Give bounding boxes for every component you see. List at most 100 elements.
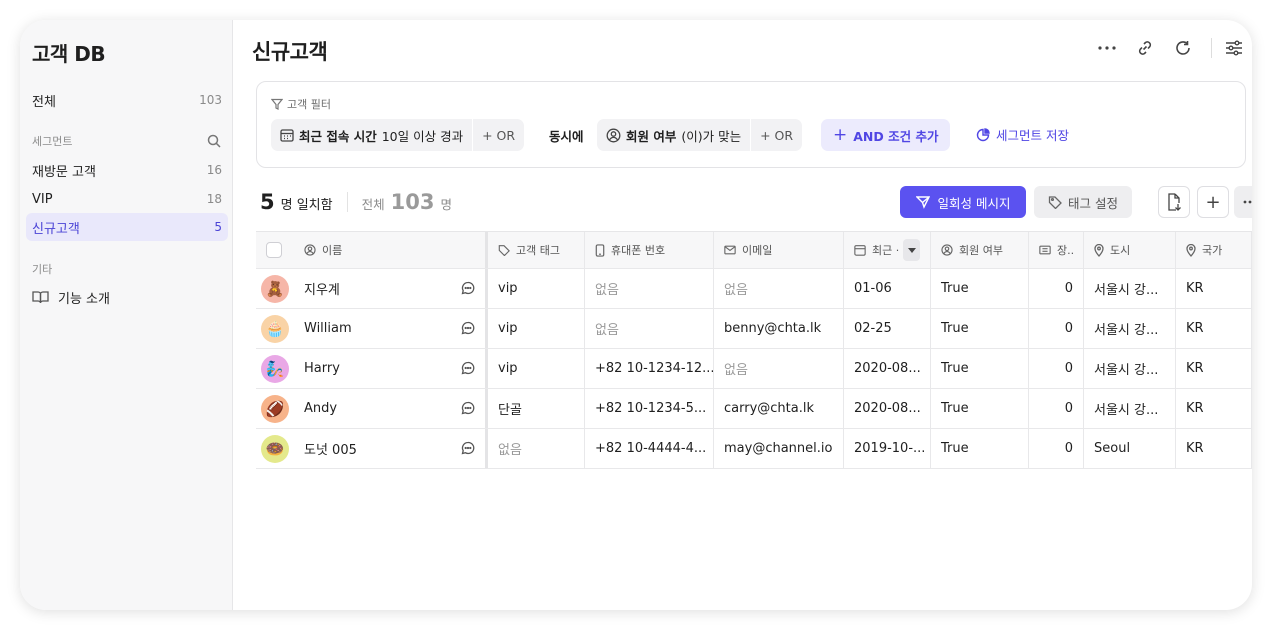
cell-city[interactable]: 서울시 강... xyxy=(1084,309,1176,348)
cell-points[interactable]: 0 xyxy=(1029,389,1084,428)
cell-recent[interactable]: 2020-08... xyxy=(844,349,931,388)
chat-icon[interactable] xyxy=(461,441,475,455)
cell-name[interactable]: 🧁 William xyxy=(256,309,488,348)
cell-country[interactable]: KR xyxy=(1176,389,1252,428)
cell-recent[interactable]: 02-25 xyxy=(844,309,931,348)
add-or-button[interactable]: + OR xyxy=(473,119,524,151)
cell-points[interactable]: 0 xyxy=(1029,269,1084,308)
cell-tag[interactable]: vip xyxy=(488,269,585,308)
sidebar-item-revisit[interactable]: 재방문 고객 16 xyxy=(26,156,228,184)
add-or-button[interactable]: + OR xyxy=(751,119,802,151)
cell-city[interactable]: 서울시 강... xyxy=(1084,349,1176,388)
column-header-recent[interactable]: 최근 · xyxy=(844,232,931,268)
cell-member[interactable]: True xyxy=(931,429,1029,468)
cell-points[interactable]: 0 xyxy=(1029,349,1084,388)
cell-email[interactable]: 없음 xyxy=(714,269,844,308)
column-label: 이름 xyxy=(322,244,343,257)
cell-email[interactable]: carry@chta.lk xyxy=(714,389,844,428)
table-row[interactable]: 🏈 Andy 단골 +82 10-1234-5... carry@chta.lk 2020… xyxy=(256,389,1252,429)
column-header-email[interactable]: 이메일 xyxy=(714,232,844,268)
cell-tag[interactable]: vip xyxy=(488,309,585,348)
tag-icon xyxy=(1048,195,1062,209)
cell-tag[interactable]: 단골 xyxy=(488,389,585,428)
condition-value: (이)가 맞는 xyxy=(681,128,742,144)
cell-country[interactable]: KR xyxy=(1176,349,1252,388)
one-time-message-button[interactable]: 일회성 메시지 xyxy=(900,186,1026,218)
save-segment-button[interactable]: 세그먼트 저장 xyxy=(976,125,1069,144)
cell-phone[interactable]: +82 10-1234-12... xyxy=(585,349,714,388)
table-row[interactable]: 🍩 도넛 005 없음 +82 10-4444-4... may@channel.io 2… xyxy=(256,429,1252,469)
cell-country[interactable]: KR xyxy=(1176,309,1252,348)
sidebar-item-vip[interactable]: VIP 18 xyxy=(26,185,228,213)
send-icon xyxy=(915,195,930,209)
cell-phone[interactable]: +82 10-1234-5... xyxy=(585,389,714,428)
customer-name[interactable]: Harry xyxy=(304,361,340,376)
cell-points[interactable]: 0 xyxy=(1029,309,1084,348)
column-header-country[interactable]: 국가 xyxy=(1176,232,1252,268)
column-header-name[interactable]: 이름 xyxy=(256,232,488,268)
condition-body[interactable]: 회원 여부 (이)가 맞는 xyxy=(597,119,750,151)
table-row[interactable]: 🧞 Harry vip +82 10-1234-12... 없음 2020-08... Tr… xyxy=(256,349,1252,389)
settings-sliders-icon[interactable] xyxy=(1224,38,1244,58)
cell-points[interactable]: 0 xyxy=(1029,429,1084,468)
sidebar-item-new-customers[interactable]: 신규고객 5 xyxy=(26,213,228,241)
cell-email[interactable]: benny@chta.lk xyxy=(714,309,844,348)
more-actions-button[interactable] xyxy=(1234,186,1252,218)
add-and-condition-button[interactable]: + AND 조건 추가 xyxy=(821,119,951,151)
column-header-member[interactable]: 회원 여부 xyxy=(931,232,1029,268)
select-all-checkbox[interactable] xyxy=(266,242,282,258)
chat-icon[interactable] xyxy=(461,321,475,335)
add-customer-button[interactable]: + xyxy=(1197,186,1229,218)
table-row[interactable]: 🧁 William vip 없음 benny@chta.lk 02-25 True 0 서울시 … xyxy=(256,309,1252,349)
filter-condition-recent-visit[interactable]: 최근 접속 시간 10일 이상 경과 + OR xyxy=(271,119,525,151)
customer-name[interactable]: Andy xyxy=(304,401,337,416)
cell-member[interactable]: True xyxy=(931,309,1029,348)
cell-member[interactable]: True xyxy=(931,389,1029,428)
cell-phone[interactable]: 없음 xyxy=(585,269,714,308)
link-icon[interactable] xyxy=(1135,38,1155,58)
cell-recent[interactable]: 01-06 xyxy=(844,269,931,308)
more-icon[interactable] xyxy=(1097,38,1117,58)
cell-email[interactable]: may@channel.io xyxy=(714,429,844,468)
condition-body[interactable]: 최근 접속 시간 10일 이상 경과 xyxy=(271,119,472,151)
customer-name[interactable]: 도넛 005 xyxy=(304,439,357,458)
cell-tag[interactable]: vip xyxy=(488,349,585,388)
sidebar-item-all[interactable]: 전체 103 xyxy=(26,86,228,114)
refresh-icon[interactable] xyxy=(1173,38,1193,58)
filter-condition-member[interactable]: 회원 여부 (이)가 맞는 + OR xyxy=(597,119,803,151)
cell-member[interactable]: True xyxy=(931,349,1029,388)
customer-name[interactable]: 지우계 xyxy=(304,279,340,298)
cell-city[interactable]: 서울시 강... xyxy=(1084,389,1176,428)
tag-settings-button[interactable]: 태그 설정 xyxy=(1034,186,1132,218)
cell-recent[interactable]: 2020-08... xyxy=(844,389,931,428)
cell-phone[interactable]: +82 10-4444-4... xyxy=(585,429,714,468)
cell-name[interactable]: 🧞 Harry xyxy=(256,349,488,388)
customer-name[interactable]: William xyxy=(304,321,352,336)
cell-country[interactable]: KR xyxy=(1176,429,1252,468)
cell-recent[interactable]: 2019-10-... xyxy=(844,429,931,468)
column-header-phone[interactable]: 휴대폰 번호 xyxy=(585,232,714,268)
cell-country[interactable]: KR xyxy=(1176,269,1252,308)
table-row[interactable]: 🧸 지우계 vip 없음 없음 01-06 True 0 서울시 강... KR xyxy=(256,269,1252,309)
cell-name[interactable]: 🍩 도넛 005 xyxy=(256,429,488,468)
cell-name[interactable]: 🧸 지우계 xyxy=(256,269,488,308)
sort-dropdown-icon[interactable] xyxy=(903,239,920,261)
chat-icon[interactable] xyxy=(461,361,475,375)
column-header-tag[interactable]: 고객 태그 xyxy=(488,232,585,268)
chat-icon[interactable] xyxy=(461,401,475,415)
cell-email[interactable]: 없음 xyxy=(714,349,844,388)
city-value: 서울시 강... xyxy=(1094,363,1159,378)
cell-city[interactable]: 서울시 강... xyxy=(1084,269,1176,308)
cell-phone[interactable]: 없음 xyxy=(585,309,714,348)
column-header-city[interactable]: 도시 xyxy=(1084,232,1176,268)
cell-city[interactable]: Seoul xyxy=(1084,429,1176,468)
email-value: 없음 xyxy=(724,363,748,378)
export-file-button[interactable] xyxy=(1158,186,1190,218)
column-header-points[interactable]: 장.. xyxy=(1029,232,1084,268)
sidebar-item-feature-intro[interactable]: 기능 소개 xyxy=(26,283,228,311)
cell-tag[interactable]: 없음 xyxy=(488,429,585,468)
cell-name[interactable]: 🏈 Andy xyxy=(256,389,488,428)
chat-icon[interactable] xyxy=(461,281,475,295)
cell-member[interactable]: True xyxy=(931,269,1029,308)
search-icon[interactable] xyxy=(207,133,221,148)
